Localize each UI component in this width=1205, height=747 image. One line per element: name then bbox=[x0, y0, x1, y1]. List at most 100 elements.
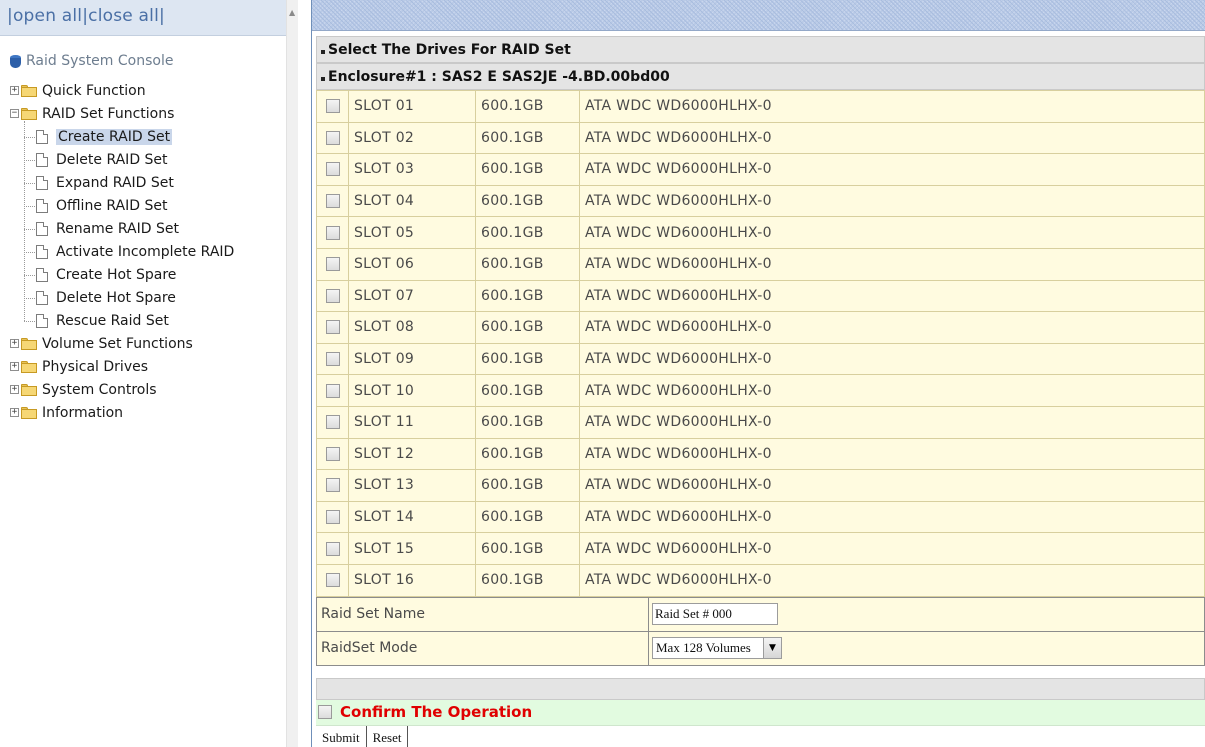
drive-checkbox[interactable] bbox=[326, 194, 340, 209]
drive-row: SLOT 12 600.1GB ATA WDC WD6000HLHX-0 bbox=[316, 437, 1205, 471]
tree-item-delete-raid-set[interactable]: Delete RAID Set bbox=[36, 149, 168, 170]
drive-checkbox-cell bbox=[316, 405, 349, 439]
close-all-link[interactable]: close all bbox=[88, 6, 159, 26]
confirm-checkbox[interactable] bbox=[318, 705, 332, 719]
drive-model: ATA WDC WD6000HLHX-0 bbox=[579, 90, 1205, 123]
drive-checkbox[interactable] bbox=[326, 383, 340, 398]
drive-checkbox-cell bbox=[316, 90, 349, 123]
drive-checkbox[interactable] bbox=[326, 320, 340, 335]
drive-slot: SLOT 09 bbox=[348, 342, 476, 376]
drive-checkbox[interactable] bbox=[326, 573, 340, 588]
drive-model: ATA WDC WD6000HLHX-0 bbox=[579, 216, 1205, 249]
plus-box-icon[interactable]: + bbox=[10, 408, 19, 417]
raid-set-name-input[interactable]: Raid Set # 000 bbox=[652, 603, 778, 625]
submit-button[interactable]: Submit bbox=[316, 725, 367, 747]
drive-slot: SLOT 02 bbox=[348, 121, 476, 155]
navigation-frame: |open all|close all| Raid System Console… bbox=[0, 0, 298, 747]
drive-checkbox[interactable] bbox=[326, 225, 340, 240]
drive-checkbox-cell bbox=[316, 342, 349, 376]
drive-row: SLOT 03 600.1GB ATA WDC WD6000HLHX-0 bbox=[316, 153, 1205, 186]
drive-model: ATA WDC WD6000HLHX-0 bbox=[579, 437, 1205, 471]
raidset-mode-cell: Max 128 Volumes ▼ bbox=[648, 630, 1205, 666]
tree-item-expand-raid-set[interactable]: Expand RAID Set bbox=[36, 172, 174, 193]
drive-slot: SLOT 07 bbox=[348, 279, 476, 313]
drive-model: ATA WDC WD6000HLHX-0 bbox=[579, 563, 1205, 597]
drive-row: SLOT 08 600.1GB ATA WDC WD6000HLHX-0 bbox=[316, 311, 1205, 344]
tree-folder-information[interactable]: + Information bbox=[10, 402, 123, 423]
tree-item-label: Rename RAID Set bbox=[56, 220, 179, 237]
drive-checkbox[interactable] bbox=[326, 446, 340, 461]
tree-folder-physical-drives[interactable]: + Physical Drives bbox=[10, 356, 148, 377]
page-icon bbox=[36, 313, 48, 328]
plus-box-icon[interactable]: + bbox=[10, 86, 19, 95]
drive-checkbox[interactable] bbox=[326, 352, 340, 367]
tree-item-activate-incomplete-raid[interactable]: Activate Incomplete RAID bbox=[36, 241, 234, 262]
drive-checkbox-cell bbox=[316, 532, 349, 565]
tree-folder-system-controls[interactable]: + System Controls bbox=[10, 379, 157, 400]
enclosure-title: Enclosure#1 : SAS2 E SAS2JE -4.BD.00bd00 bbox=[328, 68, 670, 85]
drive-capacity: 600.1GB bbox=[475, 500, 580, 534]
drive-capacity: 600.1GB bbox=[475, 532, 580, 565]
drive-checkbox[interactable] bbox=[326, 510, 340, 525]
raid-options-table: Raid Set Name Raid Set # 000 RaidSet Mod… bbox=[316, 596, 1205, 666]
page-icon bbox=[36, 152, 48, 167]
tree-item-rename-raid-set[interactable]: Rename RAID Set bbox=[36, 218, 179, 239]
drive-checkbox-cell bbox=[316, 311, 349, 344]
drive-capacity: 600.1GB bbox=[475, 216, 580, 249]
drive-checkbox[interactable] bbox=[326, 541, 340, 556]
folder-icon bbox=[21, 107, 37, 120]
tree-item-create-raid-set[interactable]: Create RAID Set bbox=[36, 126, 173, 147]
enclosure-header: Enclosure#1 : SAS2 E SAS2JE -4.BD.00bd00 bbox=[316, 63, 1205, 90]
drive-slot: SLOT 01 bbox=[348, 90, 476, 123]
dropdown-arrow-icon[interactable]: ▼ bbox=[763, 638, 781, 658]
tree-item-label: Activate Incomplete RAID bbox=[56, 243, 235, 260]
drive-slot: SLOT 12 bbox=[348, 437, 476, 471]
scroll-up-arrow-icon[interactable]: ▲ bbox=[289, 8, 295, 17]
plus-box-icon[interactable]: + bbox=[10, 385, 19, 394]
tree-folder-label: Quick Function bbox=[42, 82, 146, 99]
content-header-band bbox=[312, 0, 1205, 31]
tree-item-offline-raid-set[interactable]: Offline RAID Set bbox=[36, 195, 167, 216]
drive-row: SLOT 01 600.1GB ATA WDC WD6000HLHX-0 bbox=[316, 90, 1205, 123]
drive-model: ATA WDC WD6000HLHX-0 bbox=[579, 121, 1205, 155]
drive-checkbox[interactable] bbox=[326, 415, 340, 430]
drive-slot: SLOT 08 bbox=[348, 311, 476, 344]
tree-folder-volume-set-functions[interactable]: + Volume Set Functions bbox=[10, 333, 193, 354]
drive-checkbox[interactable] bbox=[326, 257, 340, 272]
frame-divider[interactable] bbox=[298, 0, 313, 747]
drive-slot: SLOT 06 bbox=[348, 247, 476, 281]
tree-item-label: Delete Hot Spare bbox=[56, 289, 176, 306]
tree-item-create-hot-spare[interactable]: Create Hot Spare bbox=[36, 264, 176, 285]
drive-model: ATA WDC WD6000HLHX-0 bbox=[579, 532, 1205, 565]
tree-item-label: Offline RAID Set bbox=[56, 197, 168, 214]
drive-row: SLOT 15 600.1GB ATA WDC WD6000HLHX-0 bbox=[316, 532, 1205, 565]
open-all-link[interactable]: open all bbox=[13, 6, 82, 26]
drive-row: SLOT 09 600.1GB ATA WDC WD6000HLHX-0 bbox=[316, 342, 1205, 376]
drive-slot: SLOT 05 bbox=[348, 216, 476, 249]
tree-scrollbar[interactable]: ▲ bbox=[286, 0, 298, 747]
drive-checkbox[interactable] bbox=[326, 130, 340, 145]
drive-capacity: 600.1GB bbox=[475, 90, 580, 123]
plus-box-icon[interactable]: + bbox=[10, 362, 19, 371]
drive-slot: SLOT 16 bbox=[348, 563, 476, 597]
drive-checkbox[interactable] bbox=[326, 288, 340, 303]
tree-folder-label: RAID Set Functions bbox=[42, 105, 175, 122]
drive-model: ATA WDC WD6000HLHX-0 bbox=[579, 311, 1205, 344]
bullet-icon bbox=[321, 49, 325, 54]
database-icon bbox=[10, 54, 21, 68]
reset-button[interactable]: Reset bbox=[367, 725, 409, 747]
tree-folder-label: System Controls bbox=[42, 381, 157, 398]
drive-checkbox[interactable] bbox=[326, 162, 340, 177]
drive-row: SLOT 07 600.1GB ATA WDC WD6000HLHX-0 bbox=[316, 279, 1205, 313]
tree-root[interactable]: Raid System Console bbox=[10, 52, 173, 70]
tree-item-rescue-raid-set[interactable]: Rescue Raid Set bbox=[36, 310, 169, 331]
minus-box-icon[interactable]: − bbox=[10, 109, 19, 118]
drive-checkbox[interactable] bbox=[326, 478, 340, 493]
drive-checkbox[interactable] bbox=[326, 99, 340, 114]
plus-box-icon[interactable]: + bbox=[10, 339, 19, 348]
raid-set-name-row: Raid Set Name Raid Set # 000 bbox=[316, 596, 1205, 632]
raidset-mode-select[interactable]: Max 128 Volumes ▼ bbox=[652, 637, 782, 659]
tree-item-delete-hot-spare[interactable]: Delete Hot Spare bbox=[36, 287, 176, 308]
tree-folder-quick-function[interactable]: + Quick Function bbox=[10, 80, 146, 101]
tree-folder-raid-set-functions[interactable]: − RAID Set Functions bbox=[10, 103, 174, 124]
